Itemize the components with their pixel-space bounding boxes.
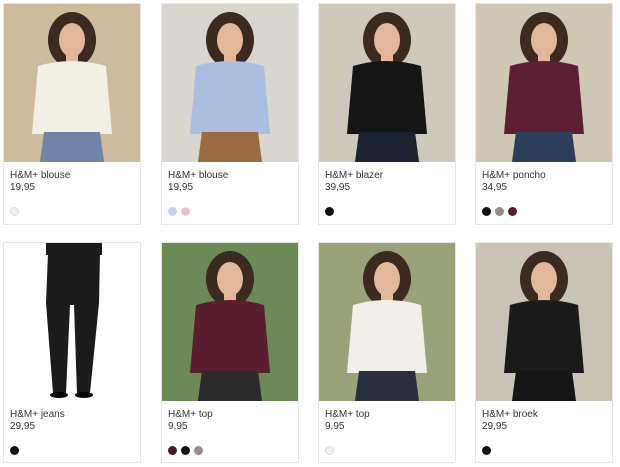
color-swatch[interactable] [482,207,491,216]
color-swatches [10,446,19,455]
product-card[interactable]: H&M+ poncho 34,95 [476,4,612,224]
color-swatch[interactable] [168,446,177,455]
product-price: 29,95 [482,421,508,432]
model-black-trousers-photo[interactable] [476,243,612,401]
color-swatches [168,207,190,216]
color-swatch[interactable] [181,446,190,455]
model-black-blazer-photo[interactable] [319,4,455,162]
color-swatches [325,446,334,455]
product-grid: H&M+ blouse 19,95 H&M+ blouse 19,95 H&M+… [0,0,620,467]
model-burgundy-poncho-photo[interactable] [476,4,612,162]
product-card[interactable]: H&M+ top 9,95 [162,243,298,462]
model-dotted-top-photo[interactable] [319,243,455,401]
product-name[interactable]: H&M+ poncho [482,170,546,182]
color-swatches [325,207,334,216]
product-price: 34,95 [482,182,508,193]
product-card[interactable]: H&M+ jeans 29,95 [4,243,140,462]
product-price: 9,95 [168,421,188,432]
color-swatch[interactable] [168,207,177,216]
product-name[interactable]: H&M+ broek [482,409,538,421]
product-price: 19,95 [10,182,36,193]
color-swatch[interactable] [10,446,19,455]
product-price: 19,95 [168,182,194,193]
color-swatches [168,446,203,455]
color-swatch[interactable] [325,207,334,216]
product-name[interactable]: H&M+ jeans [10,409,65,421]
product-price: 29,95 [10,421,36,432]
color-swatch[interactable] [508,207,517,216]
product-card[interactable]: H&M+ broek 29,95 [476,243,612,462]
color-swatches [482,207,517,216]
color-swatch[interactable] [194,446,203,455]
product-card[interactable]: H&M+ blouse 19,95 [4,4,140,224]
product-card[interactable]: H&M+ top 9,95 [319,243,455,462]
color-swatches [10,207,19,216]
product-name[interactable]: H&M+ blazer [325,170,383,182]
product-name[interactable]: H&M+ top [325,409,370,421]
product-name[interactable]: H&M+ blouse [168,170,228,182]
color-swatch[interactable] [495,207,504,216]
model-light-blue-blouse-photo[interactable] [162,4,298,162]
product-name[interactable]: H&M+ top [168,409,213,421]
product-card[interactable]: H&M+ blouse 19,95 [162,4,298,224]
model-white-blouse-photo[interactable] [4,4,140,162]
color-swatch[interactable] [181,207,190,216]
color-swatch[interactable] [482,446,491,455]
black-jeans-photo[interactable] [4,243,140,401]
color-swatch[interactable] [10,207,19,216]
model-burgundy-top-photo[interactable] [162,243,298,401]
color-swatch[interactable] [325,446,334,455]
product-card[interactable]: H&M+ blazer 39,95 [319,4,455,224]
product-name[interactable]: H&M+ blouse [10,170,70,182]
product-price: 39,95 [325,182,351,193]
product-price: 9,95 [325,421,345,432]
color-swatches [482,446,491,455]
